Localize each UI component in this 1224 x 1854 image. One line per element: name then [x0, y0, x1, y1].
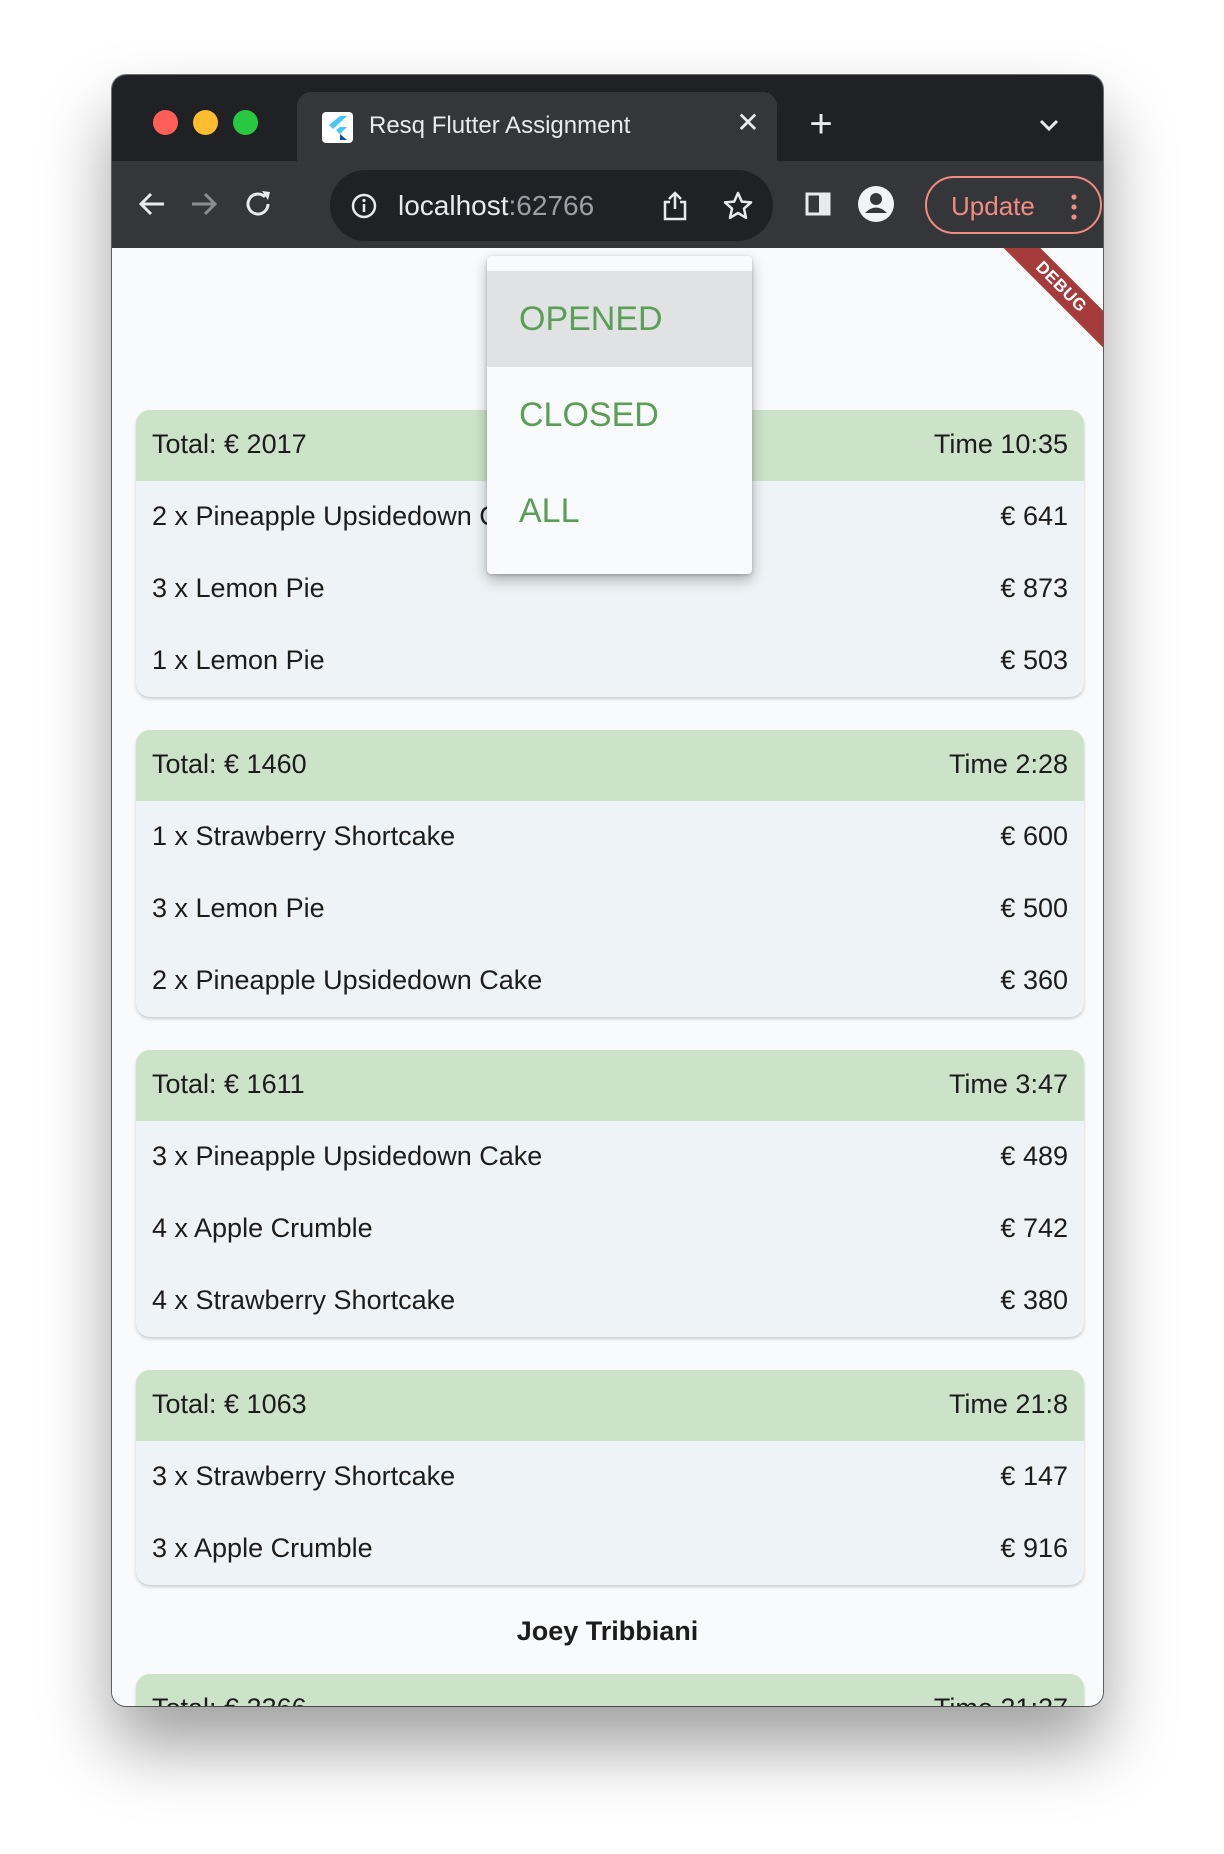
tab-strip: Resq Flutter Assignment ✕ + [112, 75, 1103, 162]
order-total: Total: € 2017 [152, 429, 307, 459]
order-item: 3 x Pineapple Upsidedown Cake € 489 [136, 1121, 1084, 1193]
url-port: :62766 [508, 190, 595, 221]
item-price: € 360 [1000, 965, 1068, 995]
order-header: Total: € 1460 Time 2:28 [136, 730, 1084, 801]
item-price: € 380 [1000, 1285, 1068, 1315]
order-card: Total: € 1063 Time 21:8 3 x Strawberry S… [136, 1370, 1084, 1585]
bookmark-star-icon[interactable] [722, 190, 754, 222]
order-time: Time 10:35 [933, 429, 1068, 459]
back-arrow-icon[interactable] [132, 184, 172, 224]
item-price: € 641 [1000, 501, 1068, 531]
item-name: 3 x Strawberry Shortcake [152, 1461, 456, 1491]
menu-item-closed[interactable]: CLOSED [487, 367, 752, 463]
item-price: € 500 [1000, 893, 1068, 923]
menu-item-label: ALL [519, 492, 580, 530]
flutter-icon [322, 112, 353, 143]
tab-title: Resq Flutter Assignment [369, 112, 631, 139]
item-name: 1 x Lemon Pie [152, 645, 325, 675]
item-name: 3 x Apple Crumble [152, 1533, 373, 1563]
menu-item-all[interactable]: ALL [487, 463, 752, 559]
order-item: 1 x Strawberry Shortcake € 600 [136, 801, 1084, 873]
page-content: DEBUG Total: € 2017 Time 10:35 2 x Pinea… [112, 248, 1103, 1706]
order-item: 3 x Apple Crumble € 916 [136, 1513, 1084, 1585]
item-price: € 873 [1000, 573, 1068, 603]
item-name: 2 x Pineapple Upsidedown Cake [152, 501, 543, 531]
item-price: € 600 [1000, 821, 1068, 851]
reload-icon[interactable] [238, 184, 278, 224]
url-host: localhost [398, 190, 509, 221]
item-price: € 489 [1000, 1141, 1068, 1171]
menu-item-opened[interactable]: OPENED [487, 271, 752, 367]
order-time: Time 2:28 [948, 749, 1068, 779]
minimize-window-button[interactable] [193, 110, 218, 135]
order-total: Total: € 2366 [152, 1693, 307, 1706]
profile-avatar-icon[interactable] [856, 184, 896, 224]
url-text: localhost:62766 [398, 190, 594, 222]
side-panel-icon[interactable] [798, 184, 838, 224]
browser-tab[interactable]: Resq Flutter Assignment ✕ [297, 92, 777, 162]
item-name: 2 x Pineapple Upsidedown Cake [152, 965, 543, 995]
item-name: 3 x Lemon Pie [152, 573, 325, 603]
item-name: 3 x Lemon Pie [152, 893, 325, 923]
new-tab-icon[interactable]: + [803, 104, 839, 144]
order-time: Time 21:8 [948, 1389, 1068, 1419]
order-time: Time 3:47 [948, 1069, 1068, 1099]
order-time: Time 21:27 [934, 1693, 1068, 1706]
forward-arrow-icon[interactable] [184, 184, 224, 224]
update-label: Update [951, 191, 1035, 221]
order-item: 3 x Strawberry Shortcake € 147 [136, 1441, 1084, 1513]
site-info-icon[interactable] [350, 192, 378, 220]
order-item: 2 x Pineapple Upsidedown Cake € 360 [136, 945, 1084, 1017]
order-item: 1 x Lemon Pie € 503 [136, 625, 1084, 697]
order-card: Total: € 2366 Time 21:27 [136, 1674, 1084, 1706]
menu-item-label: OPENED [519, 300, 663, 338]
item-price: € 147 [1000, 1461, 1068, 1491]
menu-item-label: CLOSED [519, 396, 659, 434]
share-icon[interactable] [660, 190, 690, 222]
item-price: € 742 [1000, 1213, 1068, 1243]
update-button[interactable]: Update [925, 176, 1102, 234]
browser-toolbar: localhost:62766 Update [112, 161, 1103, 248]
order-card: Total: € 1460 Time 2:28 1 x Strawberry S… [136, 730, 1084, 1017]
chevron-down-icon[interactable] [1034, 113, 1064, 137]
address-bar[interactable]: localhost:62766 [330, 170, 773, 241]
order-header: Total: € 1611 Time 3:47 [136, 1050, 1084, 1121]
order-item: 4 x Strawberry Shortcake € 380 [136, 1265, 1084, 1337]
order-item: 4 x Apple Crumble € 742 [136, 1193, 1084, 1265]
item-name: 1 x Strawberry Shortcake [152, 821, 456, 851]
order-total: Total: € 1460 [152, 749, 307, 779]
order-header: Total: € 1063 Time 21:8 [136, 1370, 1084, 1441]
item-price: € 503 [1000, 645, 1068, 675]
close-window-button[interactable] [153, 110, 178, 135]
debug-banner: DEBUG [981, 248, 1103, 367]
more-options-icon[interactable] [1068, 192, 1080, 222]
item-name: 4 x Strawberry Shortcake [152, 1285, 456, 1315]
item-name: 3 x Pineapple Upsidedown Cake [152, 1141, 543, 1171]
order-card: Total: € 1611 Time 3:47 3 x Pineapple Up… [136, 1050, 1084, 1337]
order-total: Total: € 1611 [152, 1069, 305, 1099]
order-item: 3 x Lemon Pie € 500 [136, 873, 1084, 945]
close-tab-icon[interactable]: ✕ [733, 108, 763, 138]
customer-name: Joey Tribbiani [516, 1616, 699, 1646]
order-total: Total: € 1063 [152, 1389, 307, 1419]
maximize-window-button[interactable] [233, 110, 258, 135]
order-header: Total: € 2366 Time 21:27 [136, 1674, 1084, 1706]
item-price: € 916 [1000, 1533, 1068, 1563]
item-name: 4 x Apple Crumble [152, 1213, 373, 1243]
filter-popup-menu: OPENED CLOSED ALL [487, 256, 752, 574]
browser-window: Resq Flutter Assignment ✕ + localhost:62… [112, 75, 1103, 1706]
